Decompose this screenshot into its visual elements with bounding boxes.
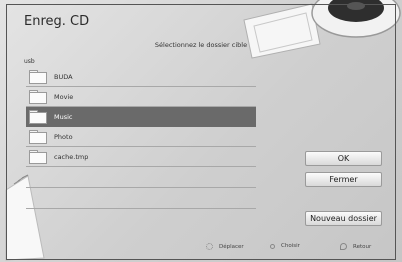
- list-item[interactable]: Photo: [26, 127, 256, 147]
- list-item[interactable]: BUDA: [26, 67, 256, 87]
- folder-name: Photo: [54, 132, 73, 141]
- footer-choose-label: Choisir: [281, 243, 300, 249]
- folder-name: cache.tmp: [54, 152, 89, 161]
- footer-back-label: Retour: [353, 243, 372, 250]
- folder-icon: [29, 150, 47, 164]
- return-icon: [340, 243, 347, 250]
- footer-move-label: Déplacer: [219, 243, 244, 250]
- list-item[interactable]: cache.tmp: [26, 147, 256, 167]
- instruction-text: Sélectionnez le dossier cible: [154, 41, 248, 49]
- dialog-title: Enreg. CD: [24, 14, 90, 29]
- folder-icon: [29, 70, 47, 84]
- list-item-selected[interactable]: Music: [26, 107, 256, 127]
- folder-name: Music: [54, 112, 73, 121]
- copy-cd-screen: Enreg. CD Sélectionnez le dossier cible …: [0, 0, 402, 262]
- folder-list: BUDA Movie Music Photo cache.tmp: [26, 67, 256, 209]
- empty-row: [26, 188, 256, 209]
- directional-pad-icon: [206, 243, 213, 250]
- close-button[interactable]: Fermer: [305, 172, 382, 187]
- enter-icon: [270, 243, 275, 249]
- footer-choose: Choisir: [270, 243, 300, 249]
- folder-name: Movie: [54, 92, 74, 101]
- footer-back: Retour: [340, 243, 371, 250]
- folder-icon: [29, 110, 47, 124]
- folder-icon: [29, 90, 47, 104]
- footer-move: Déplacer: [206, 243, 244, 250]
- folder-icon: [29, 130, 47, 144]
- new-folder-button[interactable]: Nouveau dossier: [305, 211, 382, 226]
- folder-name: BUDA: [54, 72, 73, 81]
- ok-button[interactable]: OK: [305, 151, 382, 166]
- current-path: usb: [24, 58, 35, 65]
- list-item[interactable]: Movie: [26, 87, 256, 107]
- empty-row: [26, 167, 256, 188]
